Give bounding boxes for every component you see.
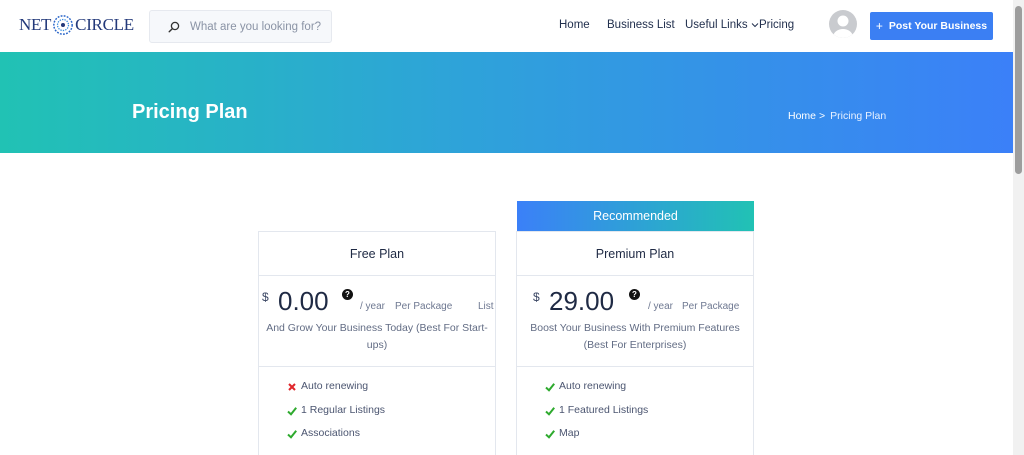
- feature-label: 1 Featured Listings: [559, 403, 649, 416]
- page-scrollbar[interactable]: [1013, 0, 1024, 455]
- plan-description: And Grow Your Business Today (Best For S…: [266, 322, 488, 351]
- card-divider: [517, 366, 753, 367]
- nav-useful-links-dropdown[interactable]: Useful Links: [685, 19, 759, 31]
- price-period: / year: [648, 301, 674, 312]
- logo-text-circle: CIRCLE: [75, 15, 134, 34]
- check-icon: [287, 430, 297, 439]
- check-icon: [545, 430, 555, 439]
- feature-item: Map: [545, 427, 648, 451]
- feature-label: Associations: [301, 427, 360, 439]
- feature-item: 1 Featured Listings: [545, 404, 648, 428]
- check-icon: [545, 406, 555, 416]
- globe-logo-icon: [53, 15, 74, 35]
- feature-item: 1 Regular Listings: [287, 404, 385, 428]
- nav-useful-links-label: Useful Links: [685, 19, 748, 31]
- feature-list: Auto renewing 1 Featured Listings Map: [545, 380, 648, 451]
- search-icon: [168, 21, 180, 33]
- nav-business-list-link[interactable]: Business List: [607, 19, 675, 31]
- user-avatar[interactable]: [829, 10, 857, 38]
- page-hero: Pricing Plan Home > Pricing Plan: [0, 52, 1013, 153]
- price-amount: 0.00: [278, 286, 329, 316]
- plan-description: Boost Your Business With Premium Feature…: [530, 322, 740, 351]
- price-unit: Per Package: [395, 301, 453, 312]
- plan-name: Premium Plan: [517, 232, 753, 276]
- logo[interactable]: NET CIRCLE: [19, 13, 134, 37]
- recommended-badge: Recommended: [517, 201, 754, 231]
- post-your-business-label: Post Your Business: [888, 20, 988, 32]
- breadcrumb-current: Pricing Plan: [830, 110, 887, 122]
- check-icon: [545, 383, 555, 392]
- plan-name: Free Plan: [259, 232, 495, 276]
- feature-label: Auto renewing: [301, 380, 369, 392]
- pricing-card-premium: Premium Plan $ 29.00 ? / year Per Packag…: [516, 231, 754, 455]
- card-divider: [259, 366, 495, 367]
- logo-text-net: NET: [19, 15, 52, 34]
- price-extra-text: List: [478, 301, 494, 312]
- plus-icon: +: [875, 19, 883, 33]
- feature-label: Auto renewing: [559, 380, 627, 392]
- user-avatar-icon: [833, 15, 853, 38]
- help-question-icon[interactable]: ?: [342, 289, 353, 300]
- currency-symbol: $: [262, 290, 269, 304]
- pricing-card-free: Free Plan $ 0.00 ? / year Per Package Li…: [258, 231, 496, 455]
- page-title: Pricing Plan: [132, 101, 248, 123]
- feature-label: 1 Regular Listings: [301, 403, 386, 416]
- cross-icon: [288, 383, 296, 391]
- feature-item: Associations: [287, 427, 385, 451]
- price-row: $ 29.00 ? / year Per Package: [517, 286, 753, 316]
- feature-item: Auto renewing: [545, 380, 648, 404]
- nav-pricing-link[interactable]: Pricing: [759, 19, 794, 31]
- search-input[interactable]: [190, 20, 330, 33]
- price-period: / year: [360, 301, 386, 312]
- nav-home-link[interactable]: Home: [559, 19, 590, 31]
- feature-list: Auto renewing 1 Regular Listings Associa…: [287, 380, 385, 451]
- site-header: NET CIRCLE Home Business List Useful Lin…: [0, 0, 1013, 52]
- breadcrumb: Home > Pricing Plan: [788, 110, 886, 122]
- scrollbar-thumb[interactable]: [1015, 6, 1022, 174]
- breadcrumb-home-link[interactable]: Home: [788, 110, 816, 122]
- feature-item: Auto renewing: [287, 380, 385, 404]
- price-unit: Per Package: [682, 301, 740, 312]
- breadcrumb-separator: >: [819, 110, 826, 122]
- price-row: $ 0.00 ? / year Per Package List: [259, 286, 495, 316]
- currency-symbol: $: [533, 290, 540, 304]
- help-question-icon[interactable]: ?: [629, 289, 640, 300]
- search-box[interactable]: [149, 10, 332, 43]
- check-icon: [287, 406, 297, 416]
- price-amount: 29.00: [549, 286, 615, 316]
- chevron-down-icon: [751, 23, 758, 28]
- post-your-business-button[interactable]: + Post Your Business: [870, 12, 993, 40]
- feature-label: Map: [559, 427, 580, 439]
